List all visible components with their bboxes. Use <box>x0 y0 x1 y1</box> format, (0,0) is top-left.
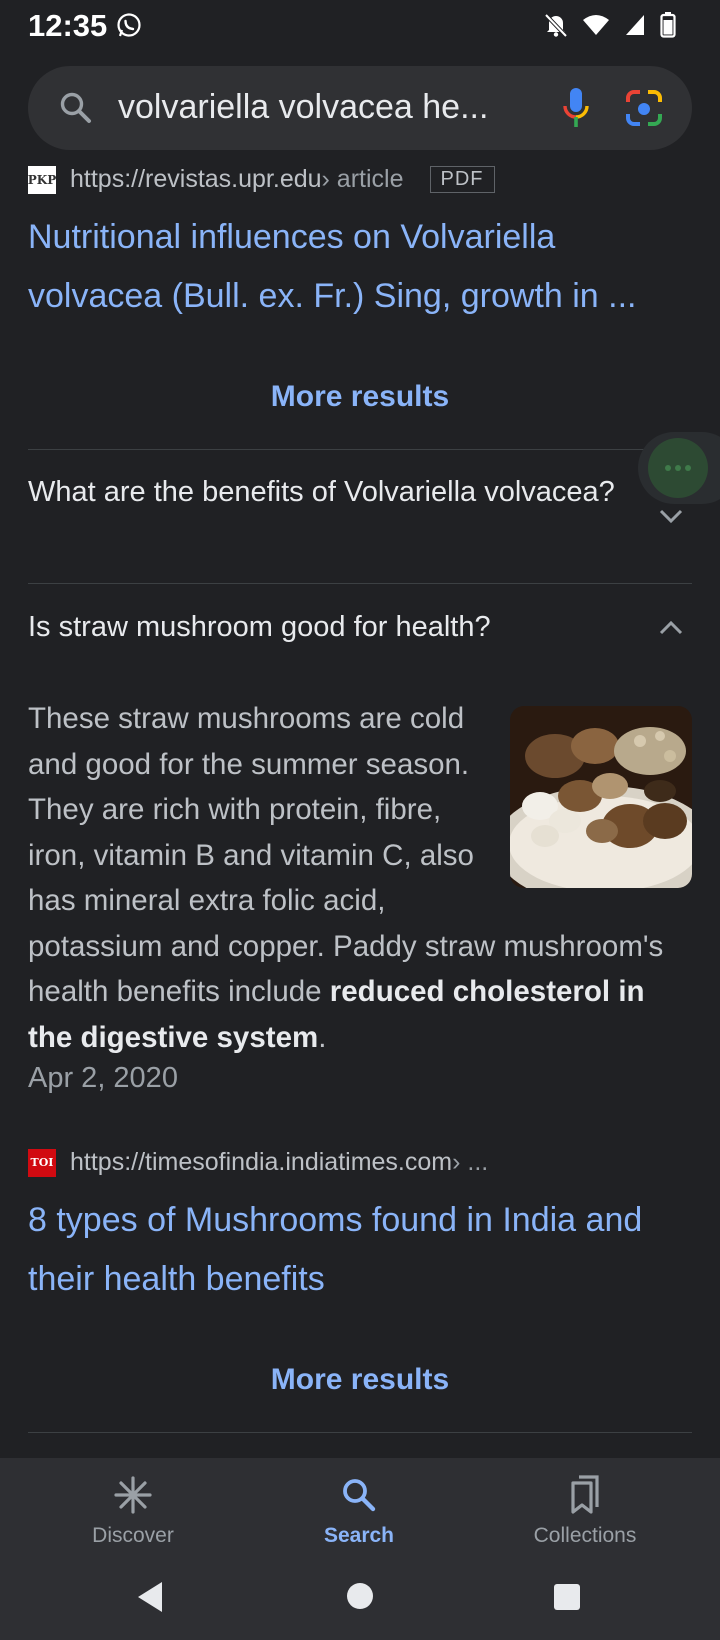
site-favicon: TOI <box>28 1148 56 1177</box>
chevron-up-icon[interactable] <box>658 620 684 636</box>
result-url[interactable]: https://timesofindia.indiatimes.com <box>70 1148 452 1177</box>
search-bar[interactable]: volvariella volvacea he... <box>28 66 692 150</box>
faq-question-straw-mushroom[interactable]: Is straw mushroom good for health? <box>28 605 628 650</box>
status-bar: 12:35 <box>0 0 720 52</box>
search-icon <box>343 1479 376 1512</box>
answer-date: Apr 2, 2020 <box>28 1062 178 1094</box>
asterisk-icon <box>114 1476 152 1514</box>
result-breadcrumb: › article <box>321 165 404 193</box>
status-icons <box>544 12 676 38</box>
battery-icon <box>660 12 676 38</box>
chevron-down-icon[interactable] <box>658 508 684 524</box>
nav-item-collections[interactable]: Collections <box>485 1472 685 1548</box>
more-results-button[interactable]: More results <box>0 1363 720 1397</box>
back-icon[interactable] <box>136 1580 164 1614</box>
nav-label: Discover <box>92 1524 174 1547</box>
wifi-icon <box>583 15 609 35</box>
divider <box>28 449 692 450</box>
divider <box>28 583 692 584</box>
more-dots-icon[interactable] <box>648 438 708 498</box>
nav-item-search[interactable]: Search <box>259 1472 459 1548</box>
microphone-icon[interactable] <box>560 86 592 130</box>
floating-overlay-button[interactable] <box>638 432 720 504</box>
pdf-badge: PDF <box>429 166 495 193</box>
search-input[interactable]: volvariella volvacea he... <box>118 88 548 127</box>
system-nav-bar <box>0 1578 720 1618</box>
result-breadcrumb: › ... <box>452 1148 489 1176</box>
answer-snippet: These straw mushrooms are cold and good … <box>28 696 692 1060</box>
result-source[interactable]: TOI https://timesofindia.indiatimes.com … <box>28 1148 488 1177</box>
result-url[interactable]: https://revistas.upr.edu <box>70 165 322 194</box>
result-source[interactable]: PKP https://revistas.upr.edu › article P… <box>28 165 495 194</box>
result-title-link[interactable]: Nutritional influences on Volvariella vo… <box>28 208 698 326</box>
bookmarks-icon <box>571 1475 599 1514</box>
nav-label: Search <box>323 1524 395 1547</box>
divider <box>28 1432 692 1433</box>
whatsapp-icon <box>117 13 141 37</box>
signal-icon <box>626 15 644 35</box>
search-icon[interactable] <box>58 90 94 126</box>
bottom-nav: Discover Search Collections <box>0 1458 720 1640</box>
recents-icon[interactable] <box>553 1583 581 1611</box>
nav-item-discover[interactable]: Discover <box>33 1472 233 1548</box>
result-title-link[interactable]: 8 types of Mushrooms found in India and … <box>28 1191 698 1309</box>
google-lens-icon[interactable] <box>624 88 664 128</box>
site-favicon: PKP <box>28 165 56 194</box>
mushroom-image[interactable] <box>510 706 692 888</box>
nav-label: Collections <box>533 1524 637 1547</box>
more-results-button[interactable]: More results <box>0 380 720 414</box>
faq-question-benefits[interactable]: What are the benefits of Volvariella vol… <box>28 470 628 515</box>
bell-off-icon <box>544 13 568 38</box>
home-icon[interactable] <box>346 1582 374 1610</box>
answer-text-end: . <box>318 1020 327 1054</box>
status-time: 12:35 <box>28 8 108 43</box>
